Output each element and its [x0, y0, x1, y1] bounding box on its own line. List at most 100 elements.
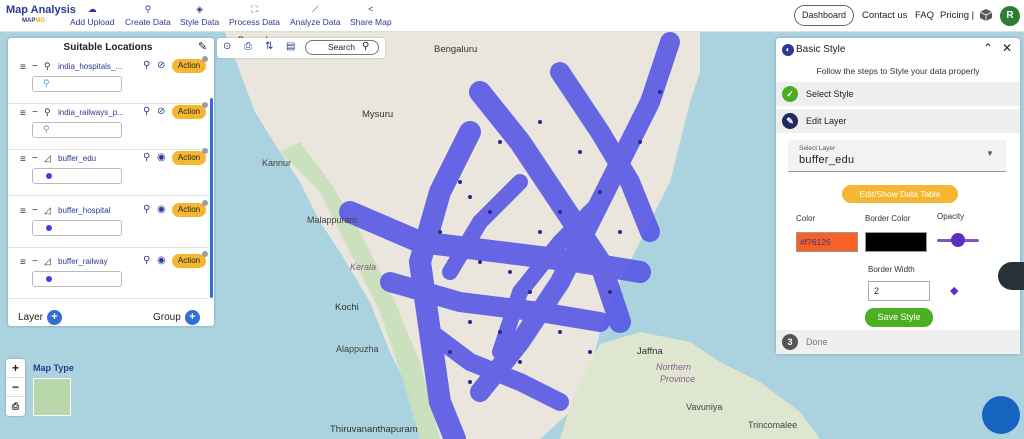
- add-layer-icon[interactable]: +: [47, 310, 63, 325]
- user-avatar[interactable]: R: [1000, 6, 1020, 26]
- nav-add-upload[interactable]: ☁ Add Upload: [70, 4, 114, 27]
- step-done[interactable]: 3 Done: [776, 330, 1020, 354]
- drag-handle-icon[interactable]: ≡: [20, 154, 26, 165]
- action-button[interactable]: Action: [172, 151, 206, 165]
- opacity-slider-handle[interactable]: [951, 233, 965, 247]
- zoom-to-layer-icon[interactable]: ⚲: [143, 152, 150, 163]
- print-map-icon[interactable]: ⎙: [6, 397, 25, 416]
- zoom-to-layer-icon[interactable]: ⚲: [143, 106, 150, 117]
- legend-swatch[interactable]: [32, 220, 122, 236]
- cube-icon[interactable]: [980, 9, 992, 21]
- pencil-icon[interactable]: ✎: [198, 40, 207, 53]
- eye-icon[interactable]: ◉: [157, 152, 166, 163]
- collapse-chevron-icon[interactable]: ⌃: [983, 41, 993, 55]
- zoom-in-button[interactable]: +: [6, 359, 25, 378]
- drag-handle-icon[interactable]: ≡: [20, 206, 26, 217]
- app-logo-text[interactable]: Map Analysis: [6, 4, 76, 16]
- zoom-to-layer-icon[interactable]: ⚲: [143, 60, 150, 71]
- locate-icon[interactable]: ⊙: [223, 41, 231, 52]
- measure-icon[interactable]: ⇅: [265, 41, 273, 52]
- layer-row[interactable]: ≡ − ◿ buffer_railway ⚲ ◉ Action: [8, 249, 208, 299]
- panel-scrollbar[interactable]: [210, 98, 213, 298]
- status-dot: [202, 148, 208, 154]
- layer-row[interactable]: ≡ − ⚲ india_railways_p... ⚲ ⊘ Action ⚲: [8, 100, 208, 150]
- step-edit-layer[interactable]: ✎ Edit Layer: [776, 109, 1020, 133]
- dashboard-button[interactable]: Dashboard: [794, 5, 854, 26]
- close-icon[interactable]: ✕: [1002, 41, 1012, 55]
- print-icon[interactable]: ⎙: [244, 41, 252, 52]
- drag-handle-icon[interactable]: ≡: [20, 108, 26, 119]
- save-style-button[interactable]: Save Style: [865, 308, 933, 327]
- step-select-style[interactable]: ✓ Select Style: [776, 82, 1020, 106]
- layer-name[interactable]: buffer_edu: [58, 154, 128, 163]
- map-label: Northern: [656, 362, 692, 372]
- nav-share-map[interactable]: < Share Map: [350, 4, 392, 27]
- collapse-icon[interactable]: −: [32, 205, 38, 216]
- action-button[interactable]: Action: [172, 203, 206, 217]
- border-color-picker[interactable]: [865, 232, 927, 252]
- collapse-icon[interactable]: −: [32, 61, 38, 72]
- layer-row[interactable]: ≡ − ⚲ india_hospitals_... ⚲ ⊘ Action ⚲: [8, 54, 208, 104]
- action-button[interactable]: Action: [172, 254, 206, 268]
- map-label: Alappuzha: [336, 344, 379, 354]
- fill-color-picker[interactable]: #f76126: [796, 232, 858, 252]
- add-layer-control[interactable]: Layer +: [18, 310, 63, 325]
- zoom-to-layer-icon[interactable]: ⚲: [143, 204, 150, 215]
- layer-row[interactable]: ≡ − ◿ buffer_hospital ⚲ ◉ Action: [8, 198, 208, 248]
- legend-swatch[interactable]: [32, 271, 122, 287]
- collapse-icon[interactable]: −: [32, 107, 38, 118]
- zoom-to-layer-icon[interactable]: ⚲: [143, 255, 150, 266]
- cloud-upload-icon: ☁: [87, 4, 97, 14]
- map-search-button[interactable]: Search ⚲: [305, 40, 379, 55]
- action-button[interactable]: Action: [172, 105, 206, 119]
- nav-process-data[interactable]: ⛶ Process Data: [229, 4, 280, 27]
- layer-name[interactable]: india_railways_p...: [58, 108, 128, 117]
- add-group-label: Group: [153, 312, 181, 324]
- process-icon: ⛶: [251, 4, 258, 14]
- contact-link[interactable]: Contact us: [862, 10, 907, 21]
- eye-icon[interactable]: ◉: [157, 204, 166, 215]
- collapse-icon[interactable]: −: [32, 153, 38, 164]
- border-width-input[interactable]: 2: [868, 281, 930, 301]
- layer-name[interactable]: buffer_hospital: [58, 206, 128, 215]
- map-label: Mysuru: [362, 109, 394, 120]
- map-label: Vavuniya: [686, 402, 723, 412]
- comment-icon[interactable]: ▤: [286, 41, 295, 52]
- action-button[interactable]: Action: [172, 59, 206, 73]
- drag-handle-icon[interactable]: ≡: [20, 62, 26, 73]
- app-logo-subtext: MAPMG: [22, 18, 46, 24]
- drag-handle-icon[interactable]: ≡: [20, 257, 26, 268]
- eye-off-icon[interactable]: ⊘: [157, 60, 165, 71]
- map-label: Kerala: [350, 262, 377, 272]
- fill-bucket-icon[interactable]: ◆: [950, 284, 958, 297]
- assistant-tab-icon[interactable]: [998, 262, 1024, 290]
- chat-icon[interactable]: [982, 396, 1020, 434]
- legend-swatch[interactable]: ⚲: [32, 76, 122, 92]
- nav-analyze-data[interactable]: ⟋ Analyze Data: [290, 4, 341, 27]
- faq-link[interactable]: FAQ: [915, 10, 934, 21]
- select-layer-dropdown[interactable]: Select Layer buffer_edu ▼: [788, 140, 1006, 172]
- layer-name[interactable]: buffer_railway: [58, 257, 128, 266]
- layer-name[interactable]: india_hospitals_...: [58, 62, 128, 71]
- map-label: Thiruvananthapuram: [330, 424, 418, 435]
- edit-data-table-button[interactable]: Edit/Show Data Table: [842, 185, 958, 203]
- map-type-thumbnail[interactable]: [33, 378, 71, 416]
- collapse-icon[interactable]: −: [32, 256, 38, 267]
- point-symbol-icon: ⚲: [43, 124, 50, 134]
- map-label: Malappuram: [307, 215, 358, 225]
- nav-create-data[interactable]: ⚲ Create Data: [125, 4, 171, 27]
- legend-swatch[interactable]: ⚲: [32, 122, 122, 138]
- eye-icon[interactable]: ◉: [157, 255, 166, 266]
- nav-style-data[interactable]: ◈ Style Data: [180, 4, 219, 27]
- border-color-label: Border Color: [865, 214, 911, 223]
- layer-row[interactable]: ≡ − ◿ buffer_edu ⚲ ◉ Action: [8, 146, 208, 196]
- polygon-layer-icon: ◿: [44, 153, 51, 163]
- zoom-out-button[interactable]: −: [6, 378, 25, 397]
- add-group-control[interactable]: Group +: [153, 310, 200, 325]
- style-panel: ◐ Basic Style ⌃ ✕ Follow the steps to St…: [776, 38, 1020, 354]
- eye-off-icon[interactable]: ⊘: [157, 106, 165, 117]
- top-navbar: Map Analysis MAPMG ☁ Add Upload ⚲ Create…: [0, 0, 1024, 32]
- legend-swatch[interactable]: [32, 168, 122, 184]
- add-group-icon[interactable]: +: [184, 310, 200, 325]
- pricing-link[interactable]: Pricing |: [940, 10, 974, 21]
